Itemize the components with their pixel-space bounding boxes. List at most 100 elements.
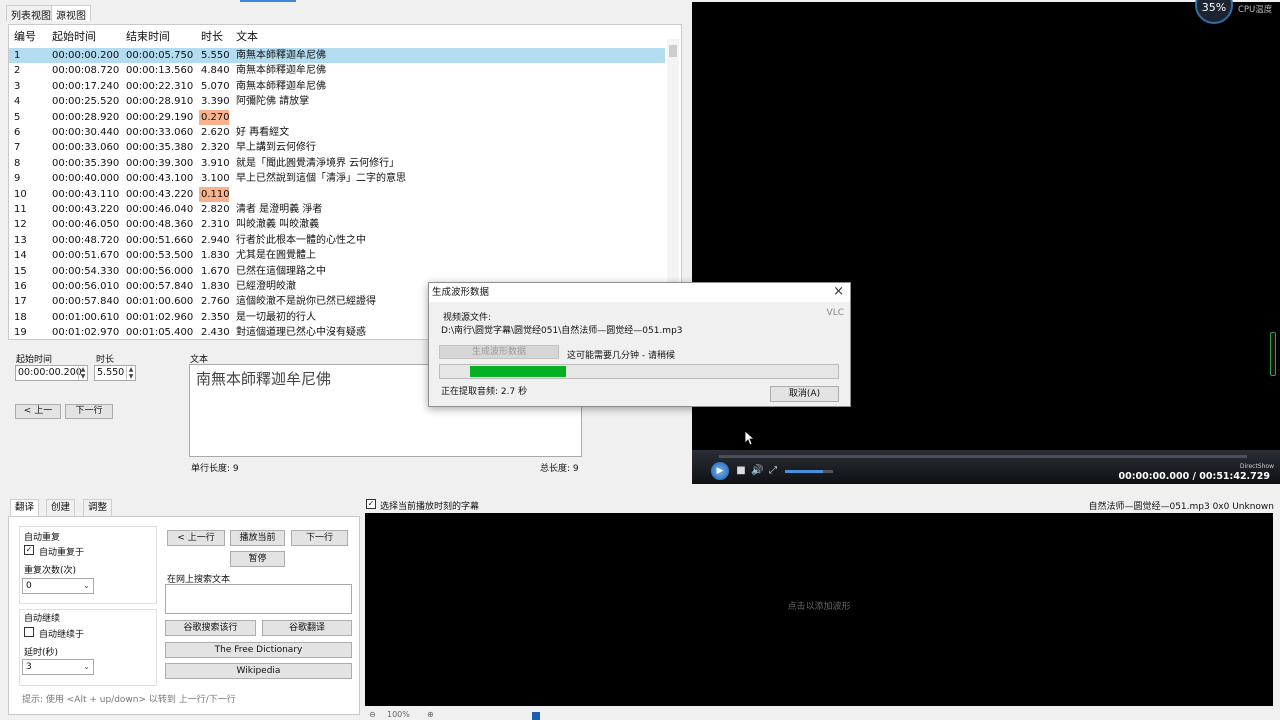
google-translate-button[interactable]: 谷歌翻译 bbox=[262, 620, 352, 636]
start-time-stepper[interactable]: 00:00:00.200 ▲ ▼ bbox=[15, 365, 88, 381]
header-text[interactable]: 文本 bbox=[236, 28, 258, 44]
renderer-label: DirectShow bbox=[1239, 463, 1274, 470]
row-end: 00:00:57.840 bbox=[126, 281, 194, 292]
duration-stepper[interactable]: 5.550 ▲ ▼ bbox=[94, 365, 136, 381]
header-start[interactable]: 起始时间 bbox=[52, 28, 96, 44]
dialog-title: 生成波形数据 × bbox=[429, 283, 850, 302]
stepper-arrows-icon[interactable]: ▲ ▼ bbox=[126, 366, 135, 380]
row-end: 00:00:43.100 bbox=[126, 173, 194, 185]
delay-select[interactable]: 3 ⌄ bbox=[22, 659, 94, 675]
row-duration: 1.830 bbox=[201, 281, 230, 292]
tab-translate[interactable]: 翻译 bbox=[10, 499, 40, 516]
row-duration: 3.910 bbox=[201, 157, 230, 169]
waveform-scroll-thumb[interactable] bbox=[532, 712, 540, 720]
wikipedia-button[interactable]: Wikipedia bbox=[165, 663, 352, 679]
video-timeline[interactable] bbox=[719, 455, 1247, 458]
chevron-down-icon: ⌄ bbox=[83, 662, 90, 671]
scrollbar-thumb[interactable] bbox=[669, 45, 677, 57]
cancel-button[interactable]: 取消(A) bbox=[770, 386, 839, 402]
tab-list-view[interactable]: 列表视图 bbox=[6, 5, 56, 22]
generate-waveform-button[interactable]: 生成波形数据 bbox=[439, 345, 559, 359]
pause-button[interactable]: 暂停 bbox=[230, 551, 285, 567]
volume-icon[interactable]: 🔊 bbox=[751, 465, 763, 477]
duration-label: 时长 bbox=[96, 355, 115, 365]
prev-line-button[interactable]: < 上一行 bbox=[167, 530, 225, 546]
table-row[interactable]: 15 00:00:54.330 00:00:56.000 1.670 已然在這個理路之中 bbox=[9, 264, 665, 279]
stepper-arrows-icon[interactable]: ▲ ▼ bbox=[78, 366, 87, 380]
zoom-in-icon[interactable]: ⊕ bbox=[427, 710, 434, 719]
row-num: 17 bbox=[14, 296, 27, 308]
tab-adjust[interactable]: 调整 bbox=[83, 499, 113, 516]
table-row[interactable]: 14 00:00:51.670 00:00:53.500 1.830 尤其是在圓覺體上 bbox=[9, 248, 665, 263]
auto-repeat-checkbox[interactable]: ✓ bbox=[24, 545, 34, 555]
table-row[interactable]: 1 00:00:00.200 00:00:05.750 5.550 南無本師釋迦牟尼佛 bbox=[9, 48, 665, 63]
play-button-icon[interactable]: ▶ bbox=[711, 462, 729, 480]
next-line-button[interactable]: 下一行 bbox=[65, 404, 113, 419]
row-end: 00:00:56.000 bbox=[126, 265, 194, 277]
tab-create[interactable]: 创建 bbox=[46, 499, 76, 516]
next-line-button[interactable]: 下一行 bbox=[291, 530, 348, 546]
prev-button[interactable]: < 上一 bbox=[15, 404, 61, 419]
row-end: 00:01:00.600 bbox=[126, 296, 194, 308]
table-row[interactable]: 11 00:00:43.220 00:00:46.040 2.820 清者 是澄明義 淨… bbox=[9, 202, 665, 217]
row-text: 行者於此根本一體的心性之中 bbox=[236, 234, 366, 246]
search-input[interactable] bbox=[165, 584, 352, 614]
progress-fill bbox=[470, 366, 566, 377]
single-line-length: 单行长度: 9 bbox=[191, 464, 239, 474]
header-end[interactable]: 结束时间 bbox=[126, 28, 170, 44]
repeat-count-select[interactable]: 0 ⌄ bbox=[22, 578, 94, 594]
tab-source-view[interactable]: 源视图 bbox=[51, 5, 91, 22]
volume-slider-fill bbox=[785, 470, 823, 473]
table-row[interactable]: 10 00:00:43.110 00:00:43.220 0.110 bbox=[9, 186, 665, 202]
select-current-checkbox[interactable]: ✓ bbox=[366, 499, 376, 509]
table-row[interactable]: 5 00:00:28.920 00:00:29.190 0.270 bbox=[9, 109, 665, 125]
row-text: 是一切最初的行人 bbox=[236, 311, 316, 323]
video-source-path: D:\南行\圆觉字幕\圆觉经051\自然法师—圆觉经—051.mp3 bbox=[441, 326, 683, 336]
table-row[interactable]: 6 00:00:30.440 00:00:33.060 2.620 好 再看經文 bbox=[9, 125, 665, 140]
row-end: 00:00:29.190 bbox=[126, 111, 194, 123]
table-row[interactable]: 4 00:00:25.520 00:00:28.910 3.390 阿彌陀佛 請放掌 bbox=[9, 94, 665, 109]
row-duration: 2.310 bbox=[201, 219, 230, 231]
volume-slider[interactable] bbox=[785, 470, 833, 473]
table-row[interactable]: 7 00:00:33.060 00:00:35.380 2.320 早上講到云何修行 bbox=[9, 140, 665, 155]
table-row[interactable]: 8 00:00:35.390 00:00:39.300 3.910 就是「聞此圓覺清淨境… bbox=[9, 156, 665, 171]
row-start: 00:00:28.920 bbox=[52, 111, 120, 123]
row-num: 18 bbox=[14, 311, 27, 323]
row-text: 南無本師釋迦牟尼佛 bbox=[236, 50, 326, 61]
subtitle-list-header: 编号 起始时间 结束时间 时长 文本 bbox=[9, 28, 669, 44]
table-row[interactable]: 3 00:00:17.240 00:00:22.310 5.070 南無本師釋迦牟尼佛 bbox=[9, 79, 665, 94]
table-row[interactable]: 13 00:00:48.720 00:00:51.660 2.940 行者於此根本一體的… bbox=[9, 233, 665, 248]
auto-continue-checkbox[interactable] bbox=[24, 627, 34, 637]
row-start: 00:00:35.390 bbox=[52, 157, 120, 169]
header-duration[interactable]: 时长 bbox=[201, 28, 231, 44]
row-start: 00:00:51.670 bbox=[52, 250, 120, 262]
close-icon[interactable]: × bbox=[833, 284, 844, 300]
zoom-level[interactable]: 100% bbox=[387, 710, 410, 719]
zoom-out-icon[interactable]: ⊖ bbox=[369, 710, 376, 719]
row-start: 00:00:40.000 bbox=[52, 173, 120, 185]
row-num: 9 bbox=[14, 173, 21, 185]
fullscreen-icon[interactable]: ⤢ bbox=[767, 465, 779, 477]
row-text: 這個皎澈不是說你已然已經證得 bbox=[236, 296, 376, 308]
title-accent-strip bbox=[240, 0, 296, 2]
table-row[interactable]: 9 00:00:40.000 00:00:43.100 3.100 早上已然說到這個「清… bbox=[9, 171, 665, 186]
table-row[interactable]: 2 00:00:08.720 00:00:13.560 4.840 南無本師釋迦牟尼佛 bbox=[9, 63, 665, 78]
play-current-button[interactable]: 播放当前 bbox=[230, 530, 285, 546]
header-num[interactable]: 编号 bbox=[14, 28, 36, 44]
free-dictionary-button[interactable]: The Free Dictionary bbox=[165, 642, 352, 658]
extract-status: 正在提取音频: 2.7 秒 bbox=[441, 387, 528, 397]
video-source-label: 视频源文件: bbox=[443, 313, 492, 323]
row-num: 8 bbox=[14, 157, 21, 169]
table-row[interactable]: 12 00:00:46.050 00:00:48.360 2.310 叫皎澈義 叫皎澈義 bbox=[9, 217, 665, 232]
duration-value: 5.550 bbox=[97, 367, 125, 378]
stop-button-icon[interactable]: ■ bbox=[735, 465, 747, 477]
row-end: 00:00:33.060 bbox=[126, 127, 194, 138]
row-num: 16 bbox=[14, 281, 27, 292]
row-start: 00:00:17.240 bbox=[52, 80, 120, 92]
google-search-button[interactable]: 谷歌搜索该行 bbox=[165, 620, 256, 636]
row-duration: 5.070 bbox=[201, 80, 230, 92]
delay-value: 3 bbox=[26, 662, 32, 672]
row-num: 15 bbox=[14, 265, 27, 277]
waveform-canvas[interactable]: 点击以添加波形 bbox=[365, 513, 1273, 706]
row-duration: 2.430 bbox=[201, 327, 230, 339]
